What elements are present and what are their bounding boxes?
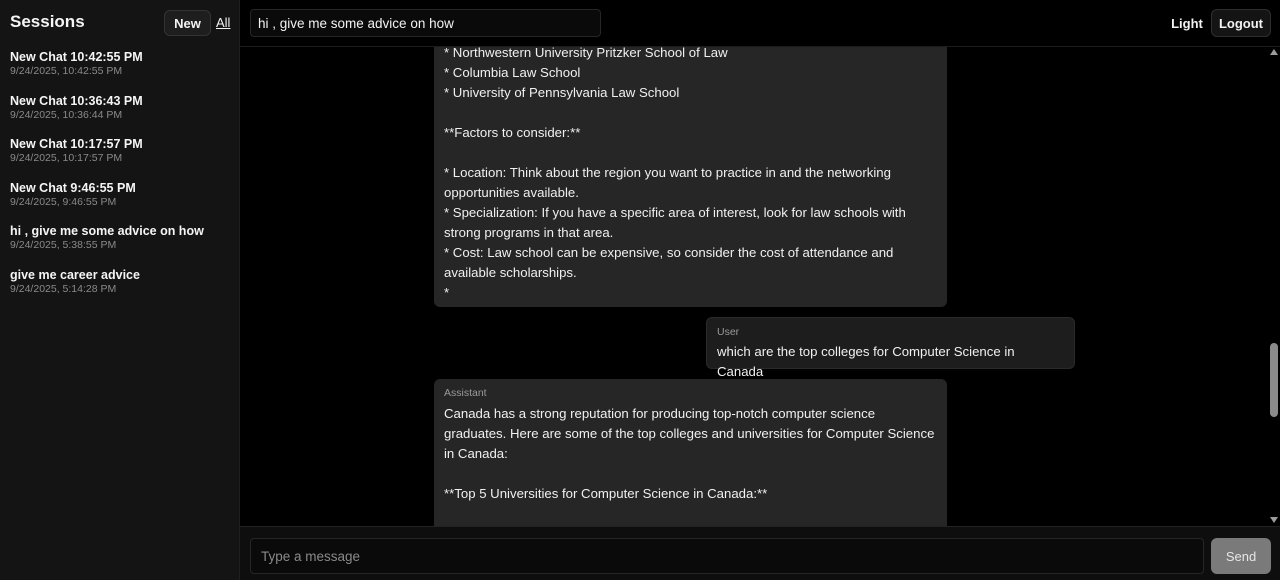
session-item[interactable]: New Chat 10:17:57 PM 9/24/2025, 10:17:57… xyxy=(10,137,230,181)
scroll-up-arrow-icon[interactable] xyxy=(1270,49,1278,55)
session-date: 9/24/2025, 10:17:57 PM xyxy=(10,152,123,164)
message-role: Assistant xyxy=(444,387,487,399)
assistant-message: Assistant Canada has a strong reputation… xyxy=(434,379,947,526)
session-title: New Chat 10:36:43 PM xyxy=(10,93,143,108)
session-item[interactable]: hi , give me some advice on how 9/24/202… xyxy=(10,224,230,268)
session-title-input[interactable] xyxy=(250,9,601,37)
session-title: New Chat 10:17:57 PM xyxy=(10,137,143,151)
session-title: New Chat 9:46:55 PM xyxy=(10,180,136,195)
user-message: User which are the top colleges for Comp… xyxy=(706,317,1075,379)
chat-messages: * Northwestern University Pritzker Schoo… xyxy=(240,47,1268,526)
session-item[interactable]: New Chat 10:42:55 PM 9/24/2025, 10:42:55… xyxy=(10,50,230,94)
top-bar: Light Logout xyxy=(240,0,1280,47)
message-text: * Northwestern University Pritzker Schoo… xyxy=(444,47,906,300)
all-sessions-link[interactable]: All xyxy=(216,15,230,30)
theme-toggle-button[interactable]: Light xyxy=(1171,9,1203,37)
assistant-message: * Northwestern University Pritzker Schoo… xyxy=(434,47,947,307)
message-text: Canada has a strong reputation for produ… xyxy=(444,406,935,501)
session-item[interactable]: New Chat 9:46:55 PM 9/24/2025, 9:46:55 P… xyxy=(10,181,230,225)
session-date: 9/24/2025, 5:38:55 PM xyxy=(10,239,117,251)
session-date: 9/24/2025, 5:14:28 PM xyxy=(10,282,117,295)
message-text: which are the top colleges for Computer … xyxy=(717,344,1015,379)
chat-scrollbar[interactable] xyxy=(1268,47,1280,526)
send-button[interactable]: Send xyxy=(1211,538,1271,574)
session-item[interactable]: give me career advice 9/24/2025, 5:14:28… xyxy=(10,268,230,312)
message-composer: Send xyxy=(240,526,1280,580)
scrollbar-thumb[interactable] xyxy=(1270,343,1278,417)
session-date: 9/24/2025, 9:46:55 PM xyxy=(10,195,117,208)
new-session-button[interactable]: New xyxy=(164,10,211,36)
session-title: New Chat 10:42:55 PM xyxy=(10,50,143,64)
logout-button[interactable]: Logout xyxy=(1211,9,1271,37)
session-date: 9/24/2025, 10:36:44 PM xyxy=(10,108,123,121)
sidebar: Sessions New All New Chat 10:42:55 PM 9/… xyxy=(0,0,240,580)
sidebar-header: Sessions New All xyxy=(10,10,236,36)
session-title: hi , give me some advice on how xyxy=(10,224,204,238)
session-list: New Chat 10:42:55 PM 9/24/2025, 10:42:55… xyxy=(10,50,230,311)
session-item[interactable]: New Chat 10:36:43 PM 9/24/2025, 10:36:44… xyxy=(10,94,230,138)
sidebar-title: Sessions xyxy=(10,12,85,31)
message-input[interactable] xyxy=(250,538,1204,574)
session-date: 9/24/2025, 10:42:55 PM xyxy=(10,65,123,77)
message-role: User xyxy=(717,326,740,338)
session-title: give me career advice xyxy=(10,267,140,282)
scroll-down-arrow-icon[interactable] xyxy=(1270,517,1278,523)
